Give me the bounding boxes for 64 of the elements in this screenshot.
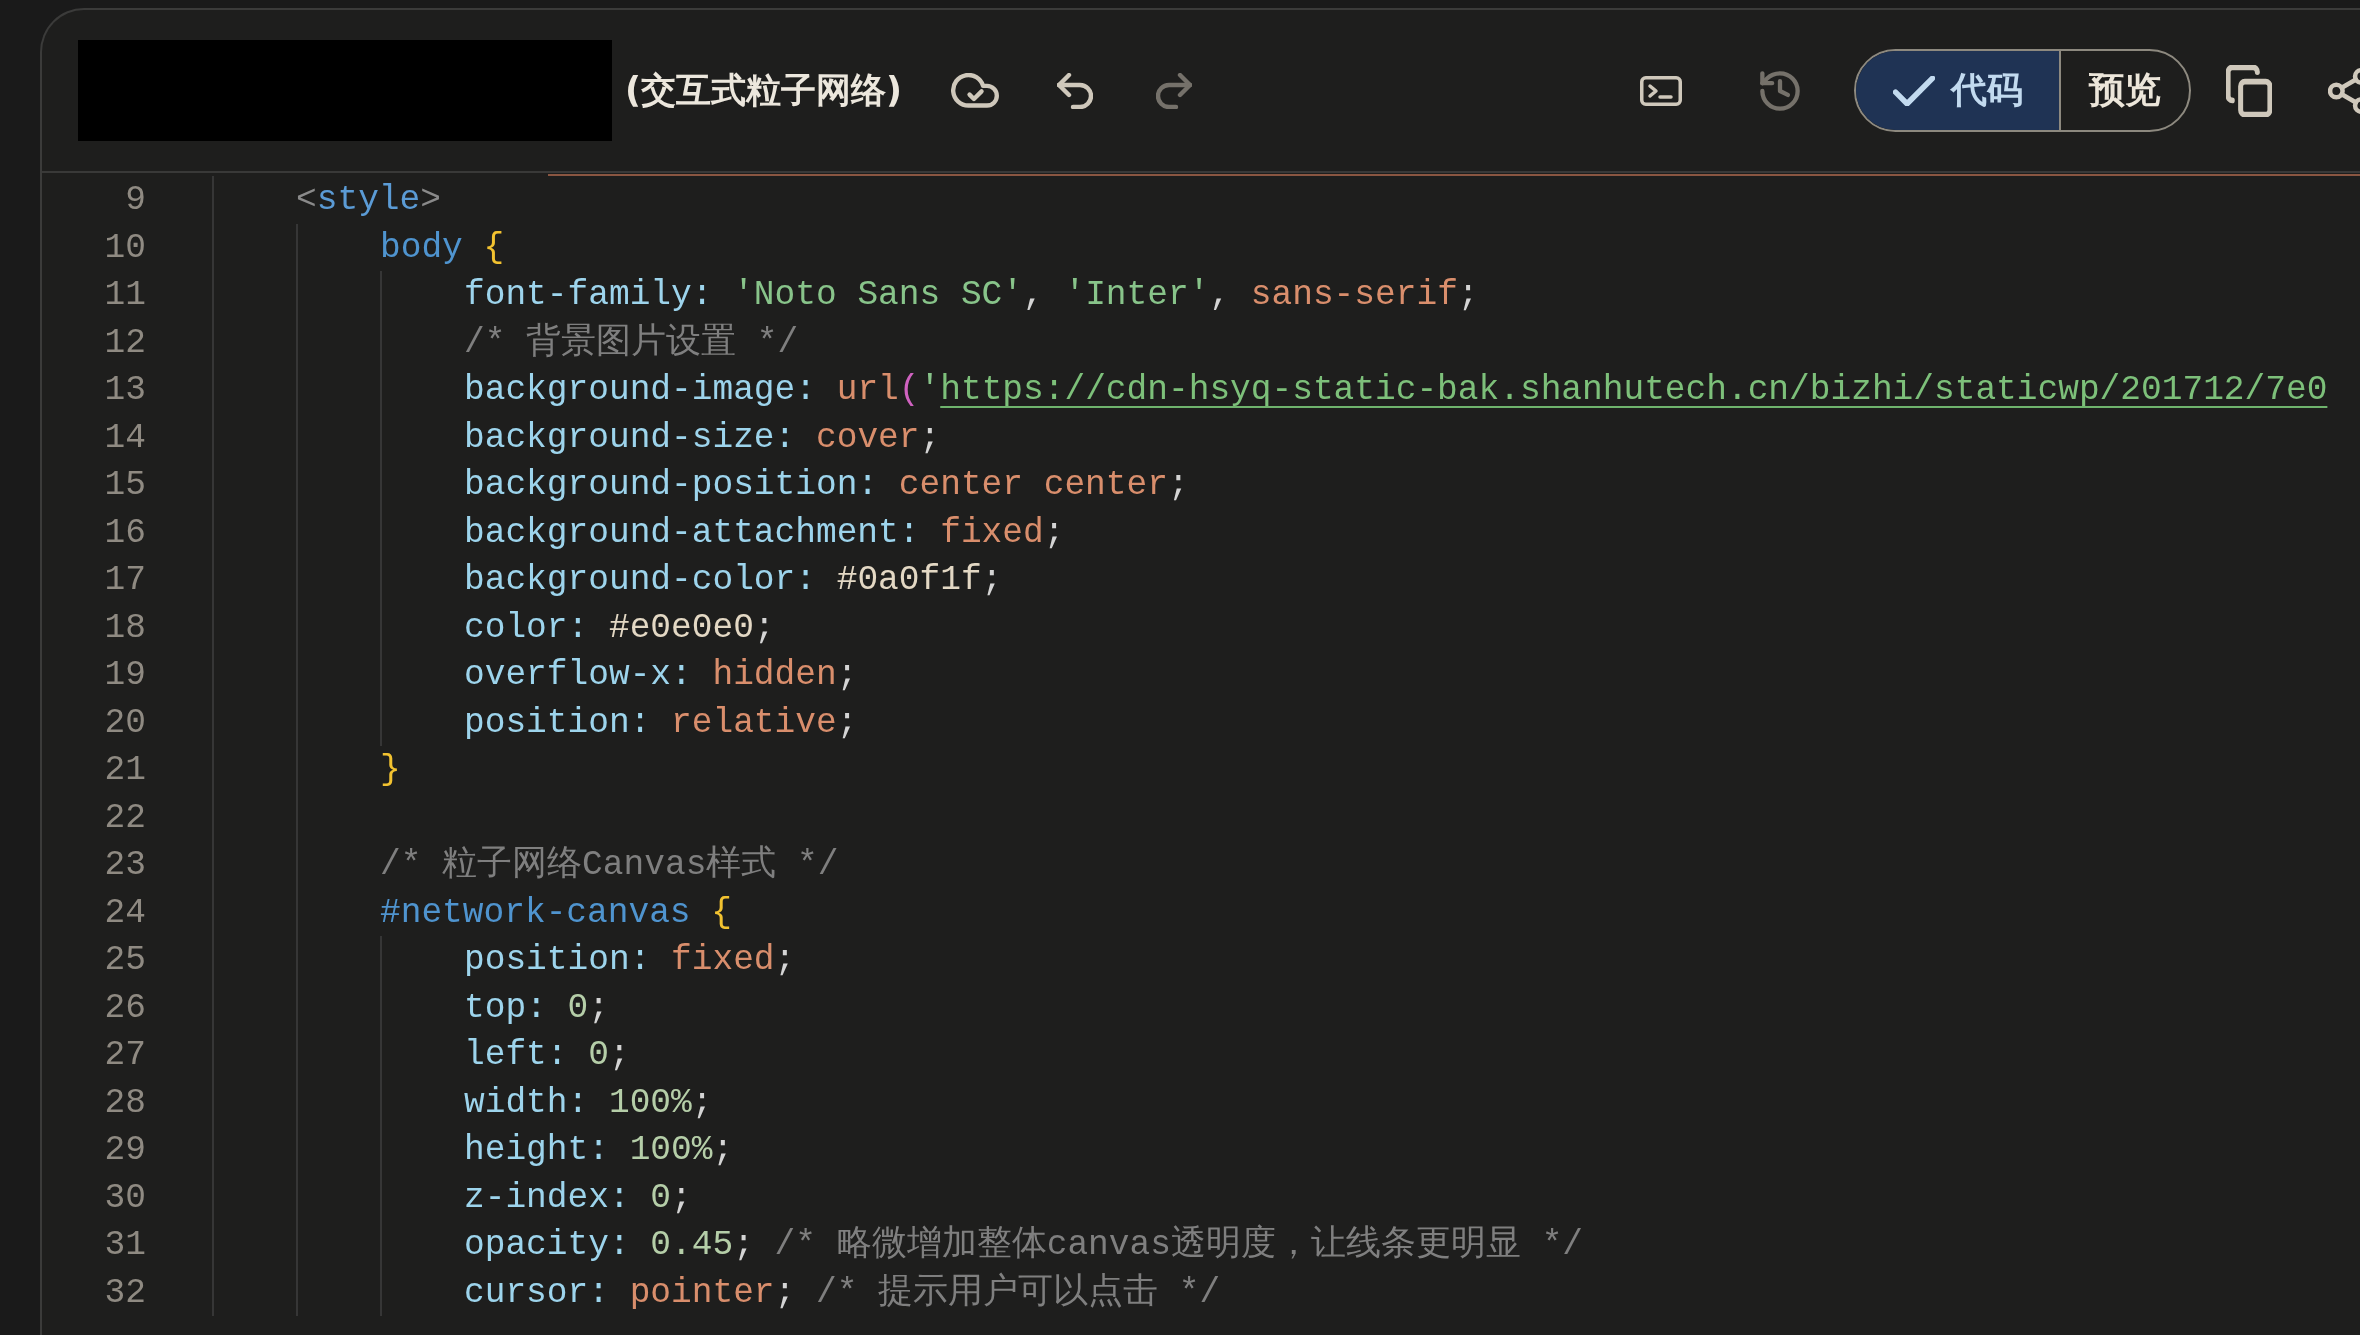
line-number: 24: [103, 891, 146, 934]
code-line: left: 0;: [464, 1034, 630, 1076]
code-line: height: 100%;: [464, 1129, 734, 1171]
code-line: /* 粒子网络Canvas样式 */: [380, 844, 839, 886]
share-button[interactable]: [2328, 65, 2360, 116]
document-title: (交互式粒子网络): [625, 69, 903, 112]
code-line: font-family: 'Noto Sans SC', 'Inter', sans-serif;: [464, 274, 1479, 316]
code-line: z-index: 0;: [464, 1176, 692, 1219]
line-number: 21: [103, 749, 146, 791]
code-line: position: relative;: [464, 701, 858, 744]
code-line: background-attachment: fixed;: [464, 511, 1065, 554]
terminal-button[interactable]: [1640, 75, 1682, 106]
code-line: color: #e0e0e0;: [464, 606, 775, 649]
url-link[interactable]: https://cdn-hsyq-static-bak.shanhutech.cn/bizhi/staticwp/201712/7e0: [940, 370, 2328, 409]
code-line: #network-canvas {: [380, 891, 732, 934]
code-line: background-image: url('https://cdn-hsyq-static-bak.shanhutech.cn/bizhi/staticwp/201712/7e0: [464, 369, 2328, 411]
line-number: 19: [103, 654, 146, 696]
line-number: 27: [103, 1034, 146, 1076]
line-number: 22: [103, 796, 146, 839]
line-number: 20: [103, 701, 146, 744]
share-icon: [2328, 65, 2360, 116]
code-line: cursor: pointer; /* 提示用户可以点击 */: [464, 1271, 1221, 1314]
code-line: background-position: center center;: [464, 464, 1189, 506]
code-line: /* 背景图片设置 */: [464, 321, 799, 364]
line-number: 14: [103, 416, 146, 459]
line-number: 31: [103, 1224, 146, 1266]
code-line: overflow-x: hidden;: [464, 654, 858, 696]
line-number: 32: [103, 1271, 146, 1314]
view-tab[interactable]: 代码: [1856, 51, 2061, 130]
code-line: background-size: cover;: [464, 416, 941, 459]
line-number: 17: [103, 559, 146, 601]
copy-button[interactable]: [2226, 64, 2272, 117]
line-number: 16: [103, 511, 146, 554]
undo-icon: [1057, 72, 1093, 109]
cloud-check-icon: [951, 73, 999, 108]
code-line: opacity: 0.45; /* 略微增加整体canvas透明度，让线条更明显 */: [464, 1223, 1584, 1266]
line-number: 9: [124, 179, 146, 221]
code-line: background-color: #0a0f1f;: [464, 559, 1003, 601]
undo-button[interactable]: [1057, 72, 1093, 109]
code-line: <style>: [296, 179, 441, 221]
history-icon: [1760, 70, 1800, 111]
line-number: 18: [103, 606, 146, 649]
terminal-icon: [1640, 75, 1682, 106]
cloud-button[interactable]: [951, 73, 999, 108]
line-number: 26: [103, 986, 146, 1029]
code-line: }: [380, 749, 401, 791]
line-number: 23: [103, 844, 146, 886]
code-line: body {: [380, 226, 505, 269]
view-tab[interactable]: 预览: [2061, 51, 2189, 130]
line-number: 12: [103, 321, 146, 364]
code-line: top: 0;: [464, 986, 609, 1029]
line-number: 25: [103, 939, 146, 981]
redo-icon: [1156, 72, 1192, 109]
line-number: 28: [103, 1081, 146, 1124]
line-number: 30: [103, 1176, 146, 1219]
line-number: 13: [103, 369, 146, 411]
line-number: 11: [103, 274, 146, 316]
check-icon: [1892, 75, 1935, 106]
line-number: 15: [103, 464, 146, 506]
copy-icon: [2226, 64, 2272, 117]
line-number: 10: [103, 226, 146, 269]
code-line: position: fixed;: [464, 939, 796, 981]
code-line: width: 100%;: [464, 1081, 713, 1124]
line-number: 29: [103, 1129, 146, 1171]
